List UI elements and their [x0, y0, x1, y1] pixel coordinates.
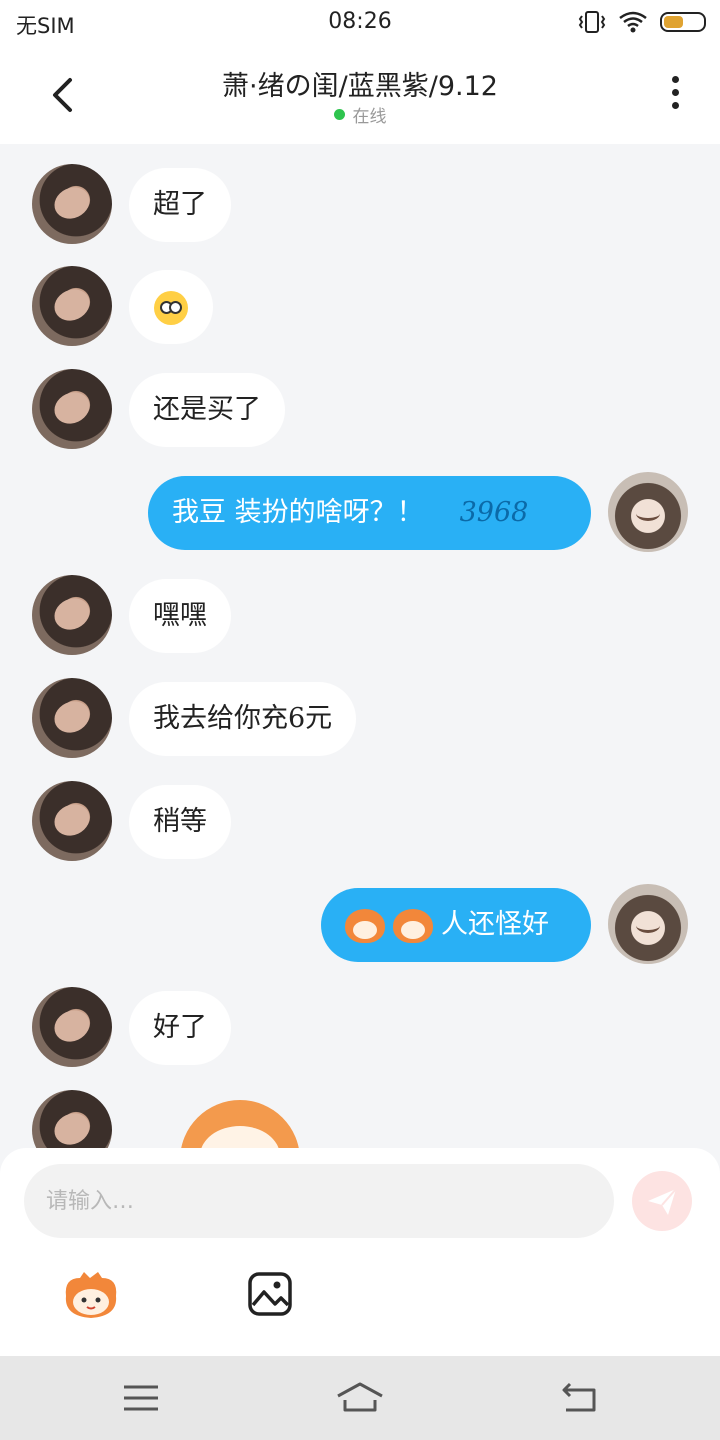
contact-avatar[interactable] — [32, 1090, 112, 1148]
message-number: 3968 — [459, 497, 529, 528]
message-row: 好了 — [0, 987, 720, 1067]
message-bubble[interactable]: 超了 — [129, 168, 231, 242]
image-icon — [248, 1272, 292, 1316]
message-row: 人还怪好 — [0, 884, 720, 964]
contact-avatar[interactable] — [32, 266, 112, 346]
status-bar: 无SIM 08:26 — [0, 0, 720, 46]
user-avatar[interactable] — [608, 884, 688, 964]
nav-back-button[interactable] — [554, 1376, 604, 1420]
message-bubble[interactable]: 还是买了 — [129, 373, 285, 447]
tiger-sticker-icon — [345, 908, 385, 943]
vibrate-icon — [578, 11, 606, 33]
message-bubble[interactable]: 嘿嘿 — [129, 579, 231, 653]
menu-button[interactable] — [116, 1376, 166, 1420]
message-row — [0, 1090, 720, 1148]
message-row — [0, 266, 720, 346]
more-vertical-icon — [671, 76, 679, 83]
online-dot-icon — [333, 109, 345, 120]
user-avatar[interactable] — [608, 472, 688, 552]
message-bubble[interactable]: 好了 — [129, 991, 231, 1065]
contact-avatar[interactable] — [32, 164, 112, 244]
chat-title: 萧·绪の闺/蓝黑紫/9.12 — [222, 71, 498, 102]
message-bubble[interactable]: 稍等 — [129, 785, 231, 859]
message-row: 嘿嘿 — [0, 575, 720, 655]
image-button[interactable] — [248, 1272, 292, 1316]
home-icon — [337, 1382, 383, 1412]
message-text: 人还怪好 — [441, 909, 549, 940]
message-row: 我去给你充6元 — [0, 678, 720, 758]
sticker-button[interactable] — [60, 1272, 122, 1320]
system-nav-bar — [0, 1356, 720, 1440]
message-bubble[interactable]: 人还怪好 — [321, 888, 591, 962]
message-row: 超了 — [0, 164, 720, 244]
home-button[interactable] — [335, 1376, 385, 1420]
message-row: 我豆 装扮的啥呀？！ 3968 — [0, 472, 720, 552]
message-bubble[interactable]: 我去给你充6元 — [129, 682, 357, 756]
battery-icon — [660, 12, 706, 32]
contact-avatar[interactable] — [32, 575, 112, 655]
back-icon — [562, 1382, 596, 1412]
sticker-icon — [65, 1272, 117, 1318]
message-text: 我豆 装扮的啥呀？！ — [172, 497, 424, 528]
online-status: 在线 — [0, 102, 720, 127]
paper-plane-icon — [648, 1188, 677, 1215]
input-panel — [0, 1148, 720, 1356]
contact-avatar[interactable] — [32, 987, 112, 1067]
contact-avatar[interactable] — [32, 369, 112, 449]
contact-avatar[interactable] — [32, 678, 112, 758]
send-button[interactable] — [632, 1171, 692, 1231]
contact-avatar[interactable] — [32, 781, 112, 861]
flushed-face-emoji — [154, 290, 188, 325]
message-list[interactable]: 超了 还是买了 我豆 装扮的啥呀？！ 3968 嘿嘿 我去给你充6元 稍等 人还怪… — [0, 144, 720, 1148]
message-row: 还是买了 — [0, 369, 720, 449]
message-input[interactable] — [24, 1164, 614, 1238]
online-status-label: 在线 — [352, 107, 387, 127]
tiger-sticker-icon — [393, 908, 433, 943]
menu-icon — [124, 1385, 158, 1411]
message-bubble[interactable] — [129, 270, 213, 344]
message-bubble[interactable]: 我豆 装扮的啥呀？！ 3968 — [148, 476, 591, 550]
wifi-icon — [619, 11, 647, 33]
more-options-button[interactable] — [660, 76, 690, 120]
message-row: 稍等 — [0, 781, 720, 861]
chat-header: 萧·绪の闺/蓝黑紫/9.12 在线 — [0, 46, 720, 144]
